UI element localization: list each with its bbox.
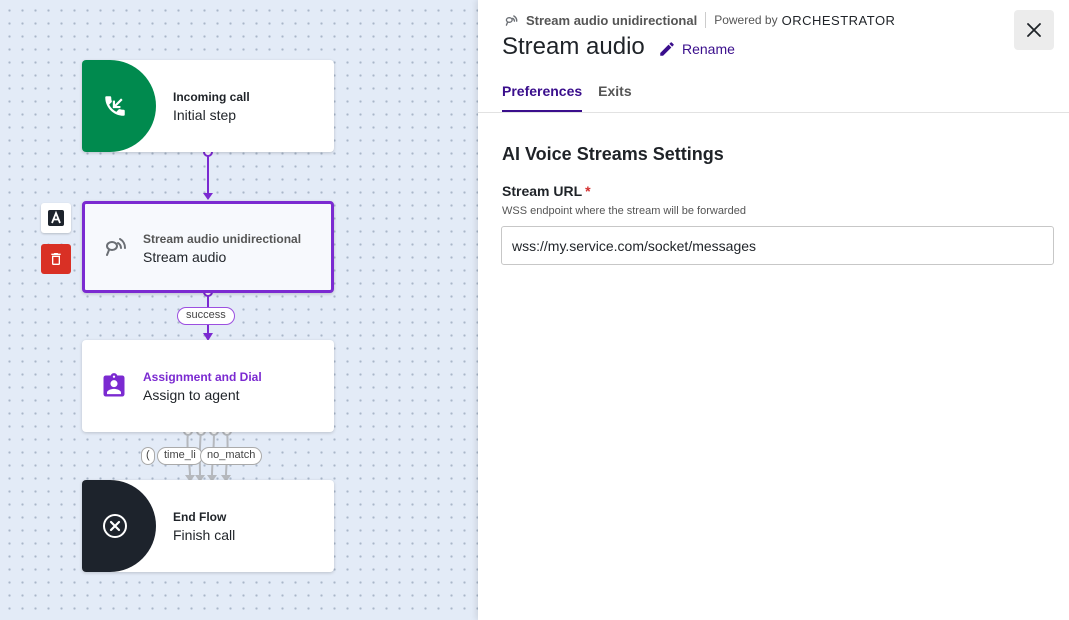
brand-logo: ORCHESTRATOR [781, 12, 896, 28]
node-assignment-dial[interactable]: Assignment and Dial Assign to agent [82, 340, 334, 432]
stream-audio-icon [505, 15, 518, 26]
stream-audio-icon [105, 238, 126, 256]
format-button[interactable] [41, 203, 71, 233]
format-a-icon [48, 210, 64, 226]
tab-exits[interactable]: Exits [598, 83, 631, 113]
edge-label-time-limit[interactable]: time_li [157, 447, 203, 465]
close-icon [1027, 23, 1041, 37]
stream-url-input[interactable] [501, 226, 1054, 265]
node-title: Stream audio [143, 249, 227, 265]
trash-icon [51, 253, 61, 265]
incoming-call-icon [105, 96, 125, 116]
node-type-label: Stream audio unidirectional [526, 12, 698, 28]
node-title: Assign to agent [143, 387, 240, 403]
node-type-label: End Flow [173, 510, 227, 524]
edge-label-success[interactable]: success [177, 307, 235, 325]
flow-canvas[interactable]: Incoming call Initial step Stream audio … [0, 0, 478, 620]
tab-preferences[interactable]: Preferences [502, 83, 583, 113]
section-title: AI Voice Streams Settings [502, 144, 724, 164]
assign-agent-icon [103, 373, 125, 397]
node-type-label: Incoming call [173, 90, 250, 104]
node-type-label: Assignment and Dial [143, 370, 262, 384]
node-title: Finish call [173, 527, 236, 543]
required-marker: * [585, 183, 591, 199]
panel-header: Stream audio unidirectional Powered by O… [502, 12, 895, 28]
node-settings-panel: Stream audio unidirectional Powered by O… [478, 0, 1069, 620]
stream-url-help: WSS endpoint where the stream will be fo… [502, 205, 746, 217]
node-title: Initial step [173, 107, 237, 123]
edge-label-no-match[interactable]: no_match [200, 447, 263, 465]
panel-tabs: Preferences Exits [502, 83, 632, 113]
node-stream-audio[interactable]: Stream audio unidirectional Stream audio [82, 201, 334, 293]
edge-label-partial[interactable]: ( [141, 447, 155, 465]
stream-url-label: Stream URL * [502, 183, 591, 199]
powered-by-label: Powered by [714, 13, 778, 27]
pencil-icon [660, 42, 674, 56]
close-panel-button[interactable] [1014, 10, 1054, 50]
rename-label: Rename [682, 41, 735, 57]
node-end-flow[interactable]: End Flow Finish call [82, 480, 334, 572]
panel-title: Stream audio [502, 33, 645, 60]
field-label-text: Stream URL [502, 183, 583, 199]
divider [705, 12, 707, 28]
close-circle-icon [103, 514, 127, 538]
node-incoming-call[interactable]: Incoming call Initial step [82, 60, 334, 152]
delete-node-button[interactable] [41, 244, 71, 274]
tabs-divider [478, 112, 1069, 113]
rename-button[interactable]: Rename [658, 40, 735, 58]
node-type-label: Stream audio unidirectional [143, 232, 302, 246]
